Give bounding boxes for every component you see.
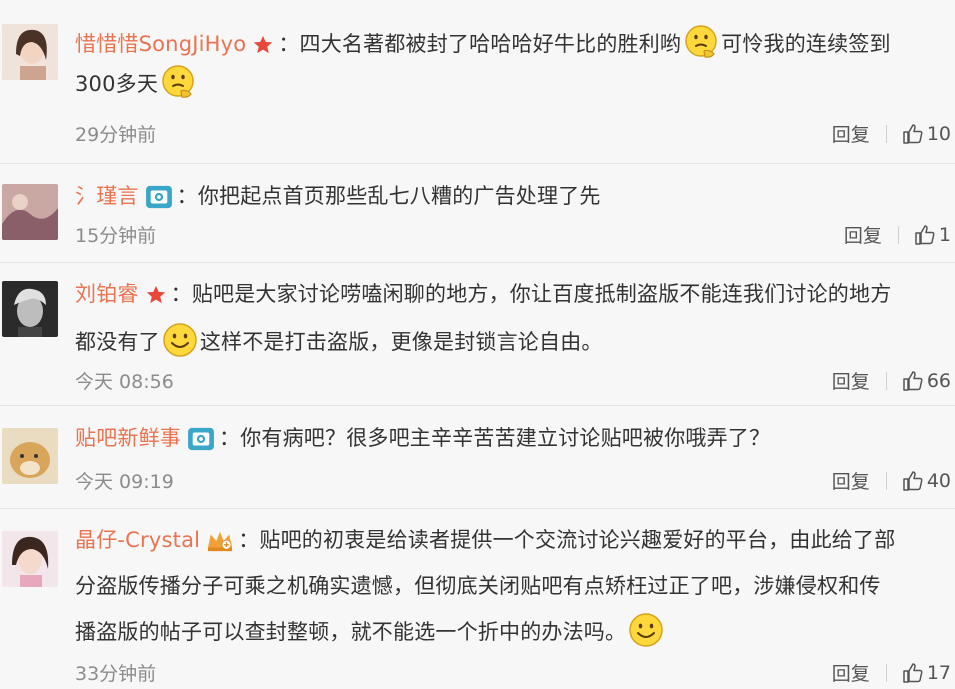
avatar[interactable]: [2, 428, 58, 484]
comment-author[interactable]: 惜惜惜SongJiHyo: [75, 32, 246, 56]
comment-meta: 29分钟前 回复 10: [75, 120, 955, 150]
comment-body: 惜惜惜SongJiHyo ：四大名著都被封了哈哈哈好牛比的胜利哟 可怜我的连续签到 …: [75, 24, 943, 104]
like-count: 66: [926, 369, 951, 392]
avatar[interactable]: [2, 281, 58, 337]
separator: ：: [278, 32, 300, 56]
comment-time: 29分钟前: [75, 124, 157, 146]
comment-item: 惜惜惜SongJiHyo ：四大名著都被封了哈哈哈好牛比的胜利哟 可怜我的连续签到 …: [0, 0, 955, 164]
smiley-emoji-icon: [628, 612, 664, 648]
comment-body: 贴吧新鲜事 ：你有病吧？很多吧主辛辛苦苦建立讨论贴吧被你哦弄了？: [75, 418, 943, 458]
comment-body: 氵瑾言 ：你把起点首页那些乱七八糟的广告处理了先: [75, 176, 943, 216]
comment-item: 贴吧新鲜事 ：你有病吧？很多吧主辛辛苦苦建立讨论贴吧被你哦弄了？ 今天 09:19…: [0, 406, 955, 509]
comment-text: 300多天: [75, 72, 159, 96]
comment-meta: 今天 09:19 回复 40: [75, 467, 955, 497]
thinking-emoji-icon: [160, 64, 196, 100]
avatar[interactable]: [2, 24, 58, 80]
comment-item: 晶仔-Crystal ：贴吧的初衷是给读者提供一个交流讨论兴趣爱好的平台，由此给了…: [0, 509, 955, 687]
comment-author[interactable]: 氵瑾言: [75, 184, 139, 208]
like-button[interactable]: 66: [901, 369, 951, 393]
avatar[interactable]: [2, 184, 58, 240]
thumbs-up-icon: [913, 223, 937, 247]
like-count: 17: [926, 661, 951, 684]
comment-time: 今天 09:19: [75, 471, 174, 493]
reply-button[interactable]: 回复: [832, 659, 870, 686]
comment-text: 播盗版的帖子可以查封整顿，就不能选一个折中的办法吗。: [75, 620, 627, 644]
separator: ：: [219, 426, 241, 450]
like-button[interactable]: 40: [901, 469, 951, 493]
camera-icon: [145, 185, 173, 209]
comment-text: 都没有了: [75, 330, 160, 354]
comment-author[interactable]: 晶仔-Crystal: [75, 528, 200, 552]
separator: ：: [238, 528, 260, 552]
divider: [897, 225, 899, 244]
comment-meta: 33分钟前 回复 17: [75, 659, 955, 689]
divider: [885, 124, 887, 143]
thumbs-up-icon: [901, 661, 925, 685]
like-button[interactable]: 17: [901, 661, 951, 685]
like-button[interactable]: 1: [913, 223, 951, 247]
smiley-emoji-icon: [162, 322, 198, 358]
comment-text: 你有病吧？很多吧主辛辛苦苦建立讨论贴吧被你哦弄了？: [240, 426, 771, 450]
comment-body: 晶仔-Crystal ：贴吧的初衷是给读者提供一个交流讨论兴趣爱好的平台，由此给了…: [75, 520, 943, 652]
like-count: 1: [938, 223, 951, 246]
like-count: 40: [926, 469, 951, 492]
comment-text: 贴吧的初衷是给读者提供一个交流讨论兴趣爱好的平台，由此给了部: [259, 528, 896, 552]
comment-body: 刘铂睿 ：贴吧是大家讨论唠嗑闲聊的地方，你让百度抵制盗版不能连我们讨论的地方 都没…: [75, 274, 943, 362]
star-icon: [145, 284, 167, 306]
comment-text: 四大名著都被封了哈哈哈好牛比的胜利哟: [299, 32, 682, 56]
reply-button[interactable]: 回复: [844, 221, 882, 248]
thinking-emoji-icon: [683, 24, 719, 60]
comment-time: 15分钟前: [75, 225, 157, 247]
comment-time: 今天 08:56: [75, 371, 174, 393]
thumbs-up-icon: [901, 122, 925, 146]
comment-text: 这样不是打击盗版，更像是封锁言论自由。: [199, 330, 603, 354]
avatar[interactable]: [2, 531, 58, 587]
like-count: 10: [926, 122, 951, 145]
star-icon: [252, 34, 274, 56]
comment-list: 惜惜惜SongJiHyo ：四大名著都被封了哈哈哈好牛比的胜利哟 可怜我的连续签到 …: [0, 0, 955, 687]
comment-item: 氵瑾言 ：你把起点首页那些乱七八糟的广告处理了先 15分钟前 回复 1: [0, 164, 955, 263]
separator: ：: [170, 282, 192, 306]
comment-text: 可怜我的连续签到: [721, 32, 891, 56]
thumbs-up-icon: [901, 369, 925, 393]
separator: ：: [176, 184, 198, 208]
comment-text: 贴吧是大家讨论唠嗑闲聊的地方，你让百度抵制盗版不能连我们讨论的地方: [191, 282, 892, 306]
divider: [885, 471, 887, 490]
comment-item: 刘铂睿 ：贴吧是大家讨论唠嗑闲聊的地方，你让百度抵制盗版不能连我们讨论的地方 都没…: [0, 263, 955, 406]
reply-button[interactable]: 回复: [832, 467, 870, 494]
comment-author[interactable]: 刘铂睿: [75, 282, 139, 306]
divider: [885, 371, 887, 390]
camera-icon: [187, 427, 215, 451]
comment-author[interactable]: 贴吧新鲜事: [75, 426, 181, 450]
comment-meta: 15分钟前 回复 1: [75, 221, 955, 251]
crown-icon: [206, 529, 234, 553]
like-button[interactable]: 10: [901, 122, 951, 146]
comment-text: 你把起点首页那些乱七八糟的广告处理了先: [197, 184, 601, 208]
reply-button[interactable]: 回复: [832, 367, 870, 394]
comment-meta: 今天 08:56 回复 66: [75, 367, 955, 397]
reply-button[interactable]: 回复: [832, 120, 870, 147]
comment-text: 分盗版传播分子可乘之机确实遗憾，但彻底关闭贴吧有点矫枉过正了吧，涉嫌侵权和传: [75, 574, 881, 598]
comment-time: 33分钟前: [75, 663, 157, 685]
thumbs-up-icon: [901, 469, 925, 493]
divider: [885, 663, 887, 682]
